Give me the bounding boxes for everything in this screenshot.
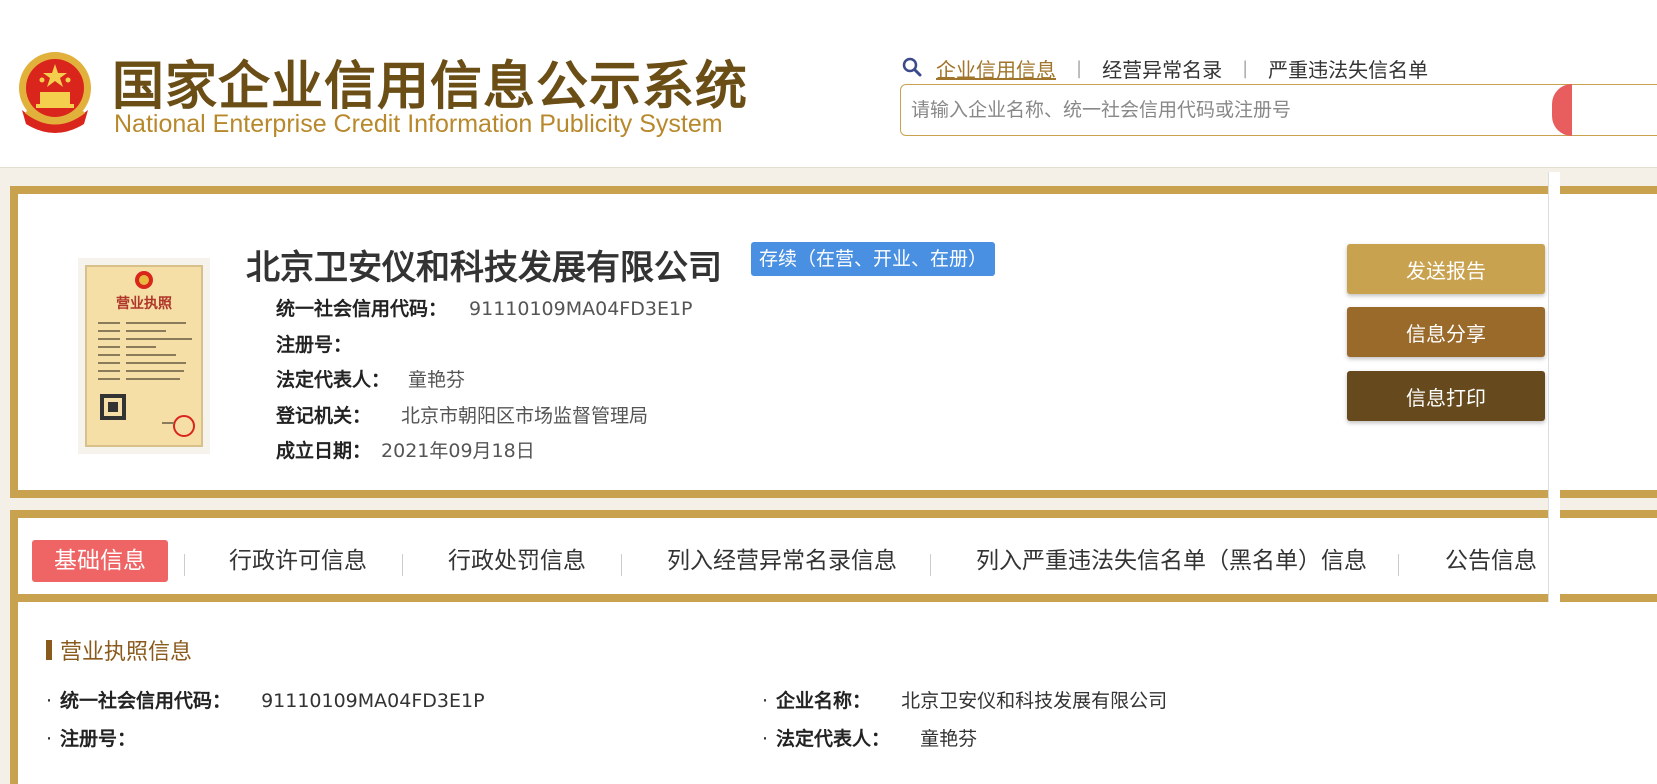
nav-separator: | [1076,57,1083,79]
detail-label: 企业名称： [776,690,872,712]
info-label: 成立日期： [276,440,372,462]
site-title: 国家企业信用信息公示系统 [112,57,749,117]
info-label: 注册号： [276,334,353,356]
detail-value: 童艳芬 [920,728,978,750]
section-title-text: 营业执照信息 [60,640,193,665]
national-emblem-icon [19,52,91,133]
search-box [900,84,1657,136]
detail-credit-code: · 统一社会信用代码： 91110109MA04FD3E1P [46,686,485,713]
search-input[interactable] [901,85,1541,135]
bullet-dot: · [46,728,53,750]
send-report-button[interactable]: 发送报告 [1347,244,1545,294]
info-value: 91110109MA04FD3E1P [469,298,693,320]
tab-separator [930,554,931,576]
detail-company-name: · 企业名称： 北京卫安仪和科技发展有限公司 [762,686,1167,713]
tab-admin-license[interactable]: 行政许可信息 [229,540,367,582]
license-info-section: 营业执照信息 · 统一社会信用代码： 91110109MA04FD3E1P · 企业名… [10,602,1657,784]
company-name: 北京卫安仪和科技发展有限公司 [246,248,722,288]
detail-value: 91110109MA04FD3E1P [261,690,485,712]
nav-separator: | [1242,57,1249,79]
info-reg-no: 注册号： [276,330,370,357]
section-title-marker [46,640,52,660]
info-authority: 登记机关： 北京市朝阳区市场监督管理局 [276,401,648,428]
print-info-button[interactable]: 信息打印 [1347,371,1545,421]
nav-blacklist[interactable]: 严重违法失信名单 [1268,54,1428,83]
info-founded: 成立日期： 2021年09月18日 [276,436,535,463]
bullet-dot: · [46,690,53,712]
company-card: 营业执照 北京卫安仪和科技发展有限公司 存续（在营、开业、在册） 统一社会信用代… [10,186,1657,498]
tab-abnormal-list[interactable]: 列入经营异常名录信息 [667,540,897,582]
tab-announcements[interactable]: 公告信息 [1445,540,1537,582]
info-value: 童艳芬 [408,369,466,391]
search-icon [902,57,922,77]
info-label: 法定代表人： [276,369,391,391]
tab-basic-info[interactable]: 基础信息 [32,540,168,582]
share-info-button[interactable]: 信息分享 [1347,307,1545,357]
detail-label: 统一社会信用代码： [60,690,232,712]
tab-admin-penalty[interactable]: 行政处罚信息 [448,540,586,582]
info-label: 登记机关： [276,405,372,427]
detail-legal-rep: · 法定代表人： 童艳芬 [762,724,977,751]
info-label: 统一社会信用代码： [276,298,448,320]
side-panel-edge [1548,172,1560,602]
site-subtitle: National Enterprise Credit Information P… [114,110,723,138]
detail-label: 法定代表人： [776,728,891,750]
search-button[interactable] [1552,84,1572,136]
detail-reg-no: · 注册号： [46,724,166,751]
info-credit-code: 统一社会信用代码： 91110109MA04FD3E1P [276,294,693,321]
tab-blacklist[interactable]: 列入严重违法失信名单（黑名单）信息 [976,540,1367,582]
tab-separator [621,554,622,576]
info-value: 2021年09月18日 [381,440,535,462]
bullet-dot: · [762,690,769,712]
top-nav: 企业信用信息 | 经营异常名录 | 严重违法失信名单 [900,54,1428,82]
detail-value: 北京卫安仪和科技发展有限公司 [901,690,1168,712]
site-header: 国家企业信用信息公示系统 National Enterprise Credit … [0,0,1657,168]
bullet-dot: · [762,728,769,750]
info-tabs: 基础信息 行政许可信息 行政处罚信息 列入经营异常名录信息 列入严重违法失信名单… [10,510,1657,602]
tab-separator [402,554,403,576]
nav-enterprise-credit[interactable]: 企业信用信息 [936,54,1056,83]
tab-separator [184,554,185,576]
status-badge: 存续（在营、开业、在册） [751,242,996,276]
info-value: 北京市朝阳区市场监督管理局 [401,405,649,427]
section-title: 营业执照信息 [46,634,192,666]
detail-label: 注册号： [60,728,137,750]
info-legal-rep: 法定代表人： 童艳芬 [276,365,465,392]
nav-abnormal-list[interactable]: 经营异常名录 [1102,54,1222,83]
tab-separator [1398,554,1399,576]
license-image-title: 营业执照 [116,295,172,312]
business-license-image[interactable]: 营业执照 [78,258,210,454]
